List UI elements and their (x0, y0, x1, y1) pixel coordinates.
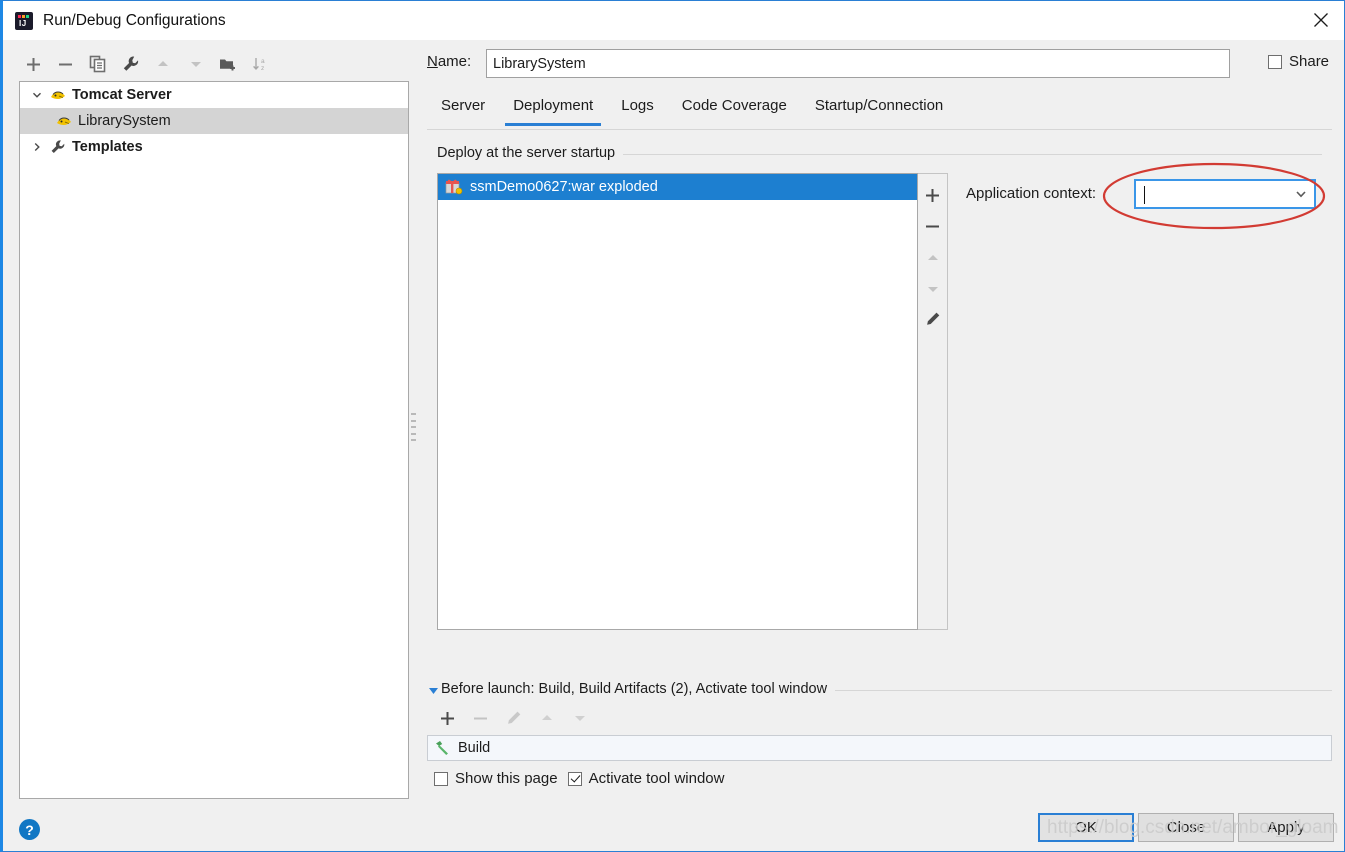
pencil-icon (508, 711, 521, 724)
activate-tool-window-checkbox-box[interactable] (567, 771, 582, 786)
wrench-icon (48, 139, 68, 155)
show-this-page-checkbox-box[interactable] (434, 771, 448, 786)
ok-button[interactable]: OK (1038, 813, 1134, 842)
before-launch-title-text: Before launch: Build, Build Artifacts (2… (441, 681, 828, 697)
plus-icon (26, 57, 40, 71)
arrow-up-icon (158, 61, 169, 66)
configurations-toolbar: a z (17, 49, 277, 79)
copy-icon (89, 55, 106, 73)
panel-splitter[interactable] (410, 413, 417, 441)
move-task-up-button[interactable] (530, 704, 563, 732)
triangle-down-icon[interactable] (427, 684, 439, 696)
tree-item-label: Templates (72, 139, 143, 155)
share-checkbox[interactable]: Share (1268, 53, 1329, 70)
tab-code-coverage[interactable]: Code Coverage (668, 93, 801, 126)
before-launch-title: Before launch: Build, Build Artifacts (2… (441, 681, 836, 697)
remove-configuration-button[interactable] (50, 50, 83, 78)
pencil-icon (927, 312, 940, 325)
move-artifact-up-button[interactable] (919, 242, 947, 273)
arrow-down-icon (927, 286, 938, 292)
close-button[interactable]: Close (1138, 813, 1234, 842)
svg-text:a: a (261, 58, 265, 65)
remove-artifact-button[interactable] (919, 211, 947, 242)
new-folder-button[interactable] (212, 50, 245, 78)
tomcat-icon (54, 114, 74, 129)
activate-tool-window-label: Activate tool window (588, 770, 725, 787)
help-button[interactable]: ? (19, 819, 40, 840)
edit-templates-button[interactable] (115, 50, 148, 78)
tree-item-label: LibrarySystem (78, 113, 171, 129)
before-launch-tasks-list[interactable]: Build (427, 735, 1332, 761)
application-context-combo[interactable] (1134, 179, 1316, 209)
share-checkbox-box[interactable] (1268, 54, 1282, 69)
move-artifact-down-button[interactable] (919, 273, 947, 304)
move-task-down-button[interactable] (563, 704, 596, 732)
window-title: Run/Debug Configurations (43, 11, 226, 29)
configurations-tree[interactable]: Tomcat Server LibrarySystem Templates (19, 81, 409, 799)
tab-server[interactable]: Server (427, 93, 499, 126)
minus-icon (59, 63, 73, 65)
arrow-down-icon (190, 62, 201, 67)
edit-task-button[interactable] (497, 704, 530, 732)
before-launch-toolbar (431, 704, 596, 732)
tab-startup-connection[interactable]: Startup/Connection (801, 93, 957, 126)
move-up-button[interactable] (147, 50, 180, 78)
remove-task-button[interactable] (464, 704, 497, 732)
arrow-up-icon (927, 254, 938, 260)
show-this-page-checkbox[interactable]: Show this page (434, 770, 558, 787)
configuration-tabs: Server Deployment Logs Code Coverage Sta… (427, 93, 1332, 129)
run-debug-configurations-dialog: IJ Run/Debug Configurations a z Tomcat S… (0, 0, 1345, 852)
sort-alphabetically-button[interactable]: a z (245, 50, 278, 78)
deployment-artifacts-list[interactable]: ssmDemo0627:war exploded (437, 173, 918, 630)
svg-text:z: z (261, 65, 264, 72)
plus-icon (926, 189, 939, 202)
chevron-right-icon[interactable] (26, 141, 48, 153)
chevron-down-icon[interactable] (1288, 187, 1314, 201)
share-checkbox-label: Share (1289, 53, 1330, 70)
name-input[interactable] (486, 49, 1230, 78)
task-label: Build (458, 740, 491, 756)
tomcat-icon (48, 88, 68, 103)
application-context-label: Application context: (966, 185, 1097, 202)
chevron-down-icon[interactable] (26, 89, 48, 101)
folder-add-icon (220, 59, 236, 70)
close-icon[interactable] (1298, 1, 1344, 39)
tree-item-tomcat-server[interactable]: Tomcat Server (20, 82, 408, 108)
add-artifact-button[interactable] (919, 180, 947, 211)
list-item[interactable]: ssmDemo0627:war exploded (438, 174, 917, 200)
tree-item-templates[interactable]: Templates (20, 134, 408, 160)
add-task-button[interactable] (431, 704, 464, 732)
tab-logs[interactable]: Logs (607, 93, 668, 126)
artifact-icon (445, 179, 463, 195)
tree-item-librarysystem[interactable]: LibrarySystem (20, 108, 408, 134)
list-item-label: ssmDemo0627:war exploded (470, 179, 658, 195)
deployment-list-buttons (918, 173, 948, 630)
intellij-idea-icon: IJ (15, 11, 33, 30)
apply-button[interactable]: Apply (1238, 813, 1334, 842)
arrow-down-icon (574, 716, 585, 721)
text-caret (1144, 186, 1145, 204)
tab-deployment[interactable]: Deployment (499, 93, 607, 126)
minus-icon (474, 717, 487, 719)
copy-configuration-button[interactable] (82, 50, 115, 78)
activate-tool-window-checkbox[interactable]: Activate tool window (567, 770, 725, 787)
plus-icon (441, 711, 454, 725)
name-label: Name: (427, 53, 472, 70)
edit-artifact-button[interactable] (919, 304, 947, 335)
build-hammer-icon (434, 740, 452, 756)
tree-item-label: Tomcat Server (72, 87, 172, 103)
before-launch-options: Show this page Activate tool window (434, 770, 724, 787)
move-down-button[interactable] (180, 50, 213, 78)
add-configuration-button[interactable] (17, 50, 50, 78)
sort-az-icon: a z (252, 57, 265, 72)
show-this-page-label: Show this page (455, 770, 558, 787)
tabs-divider (427, 129, 1332, 130)
title-bar: IJ Run/Debug Configurations (3, 1, 1344, 40)
minus-icon (926, 225, 939, 228)
wrench-icon (123, 56, 138, 71)
arrow-up-icon (541, 715, 552, 720)
deploy-group-title: Deploy at the server startup (437, 145, 624, 161)
